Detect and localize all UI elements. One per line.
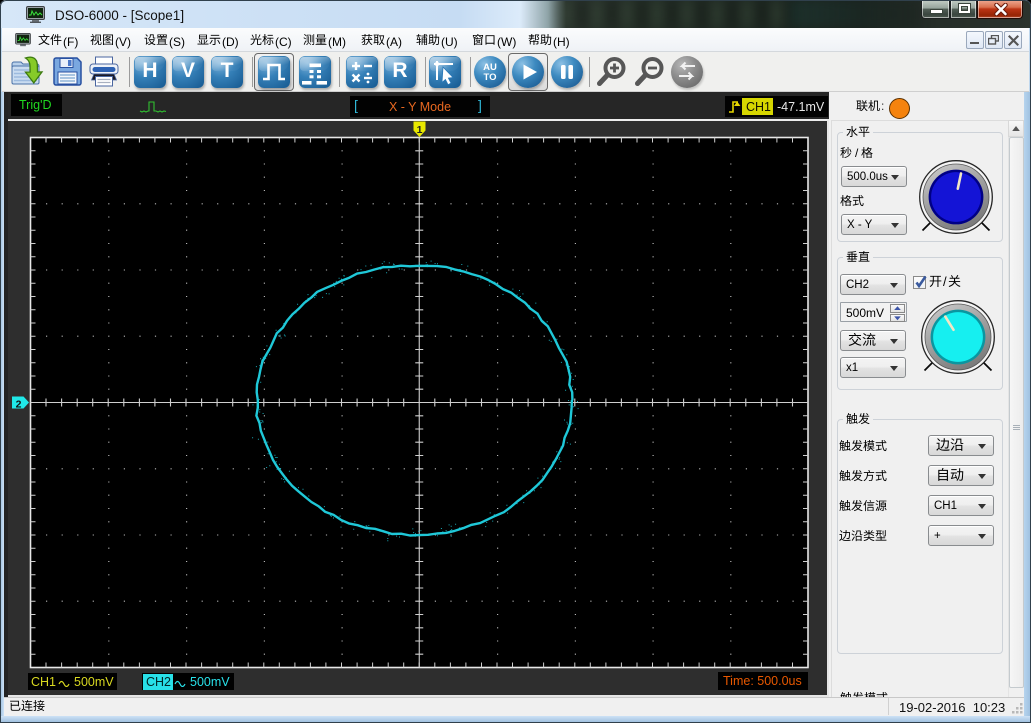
svg-text:2: 2 [16, 399, 22, 411]
svg-text:1: 1 [417, 124, 423, 136]
